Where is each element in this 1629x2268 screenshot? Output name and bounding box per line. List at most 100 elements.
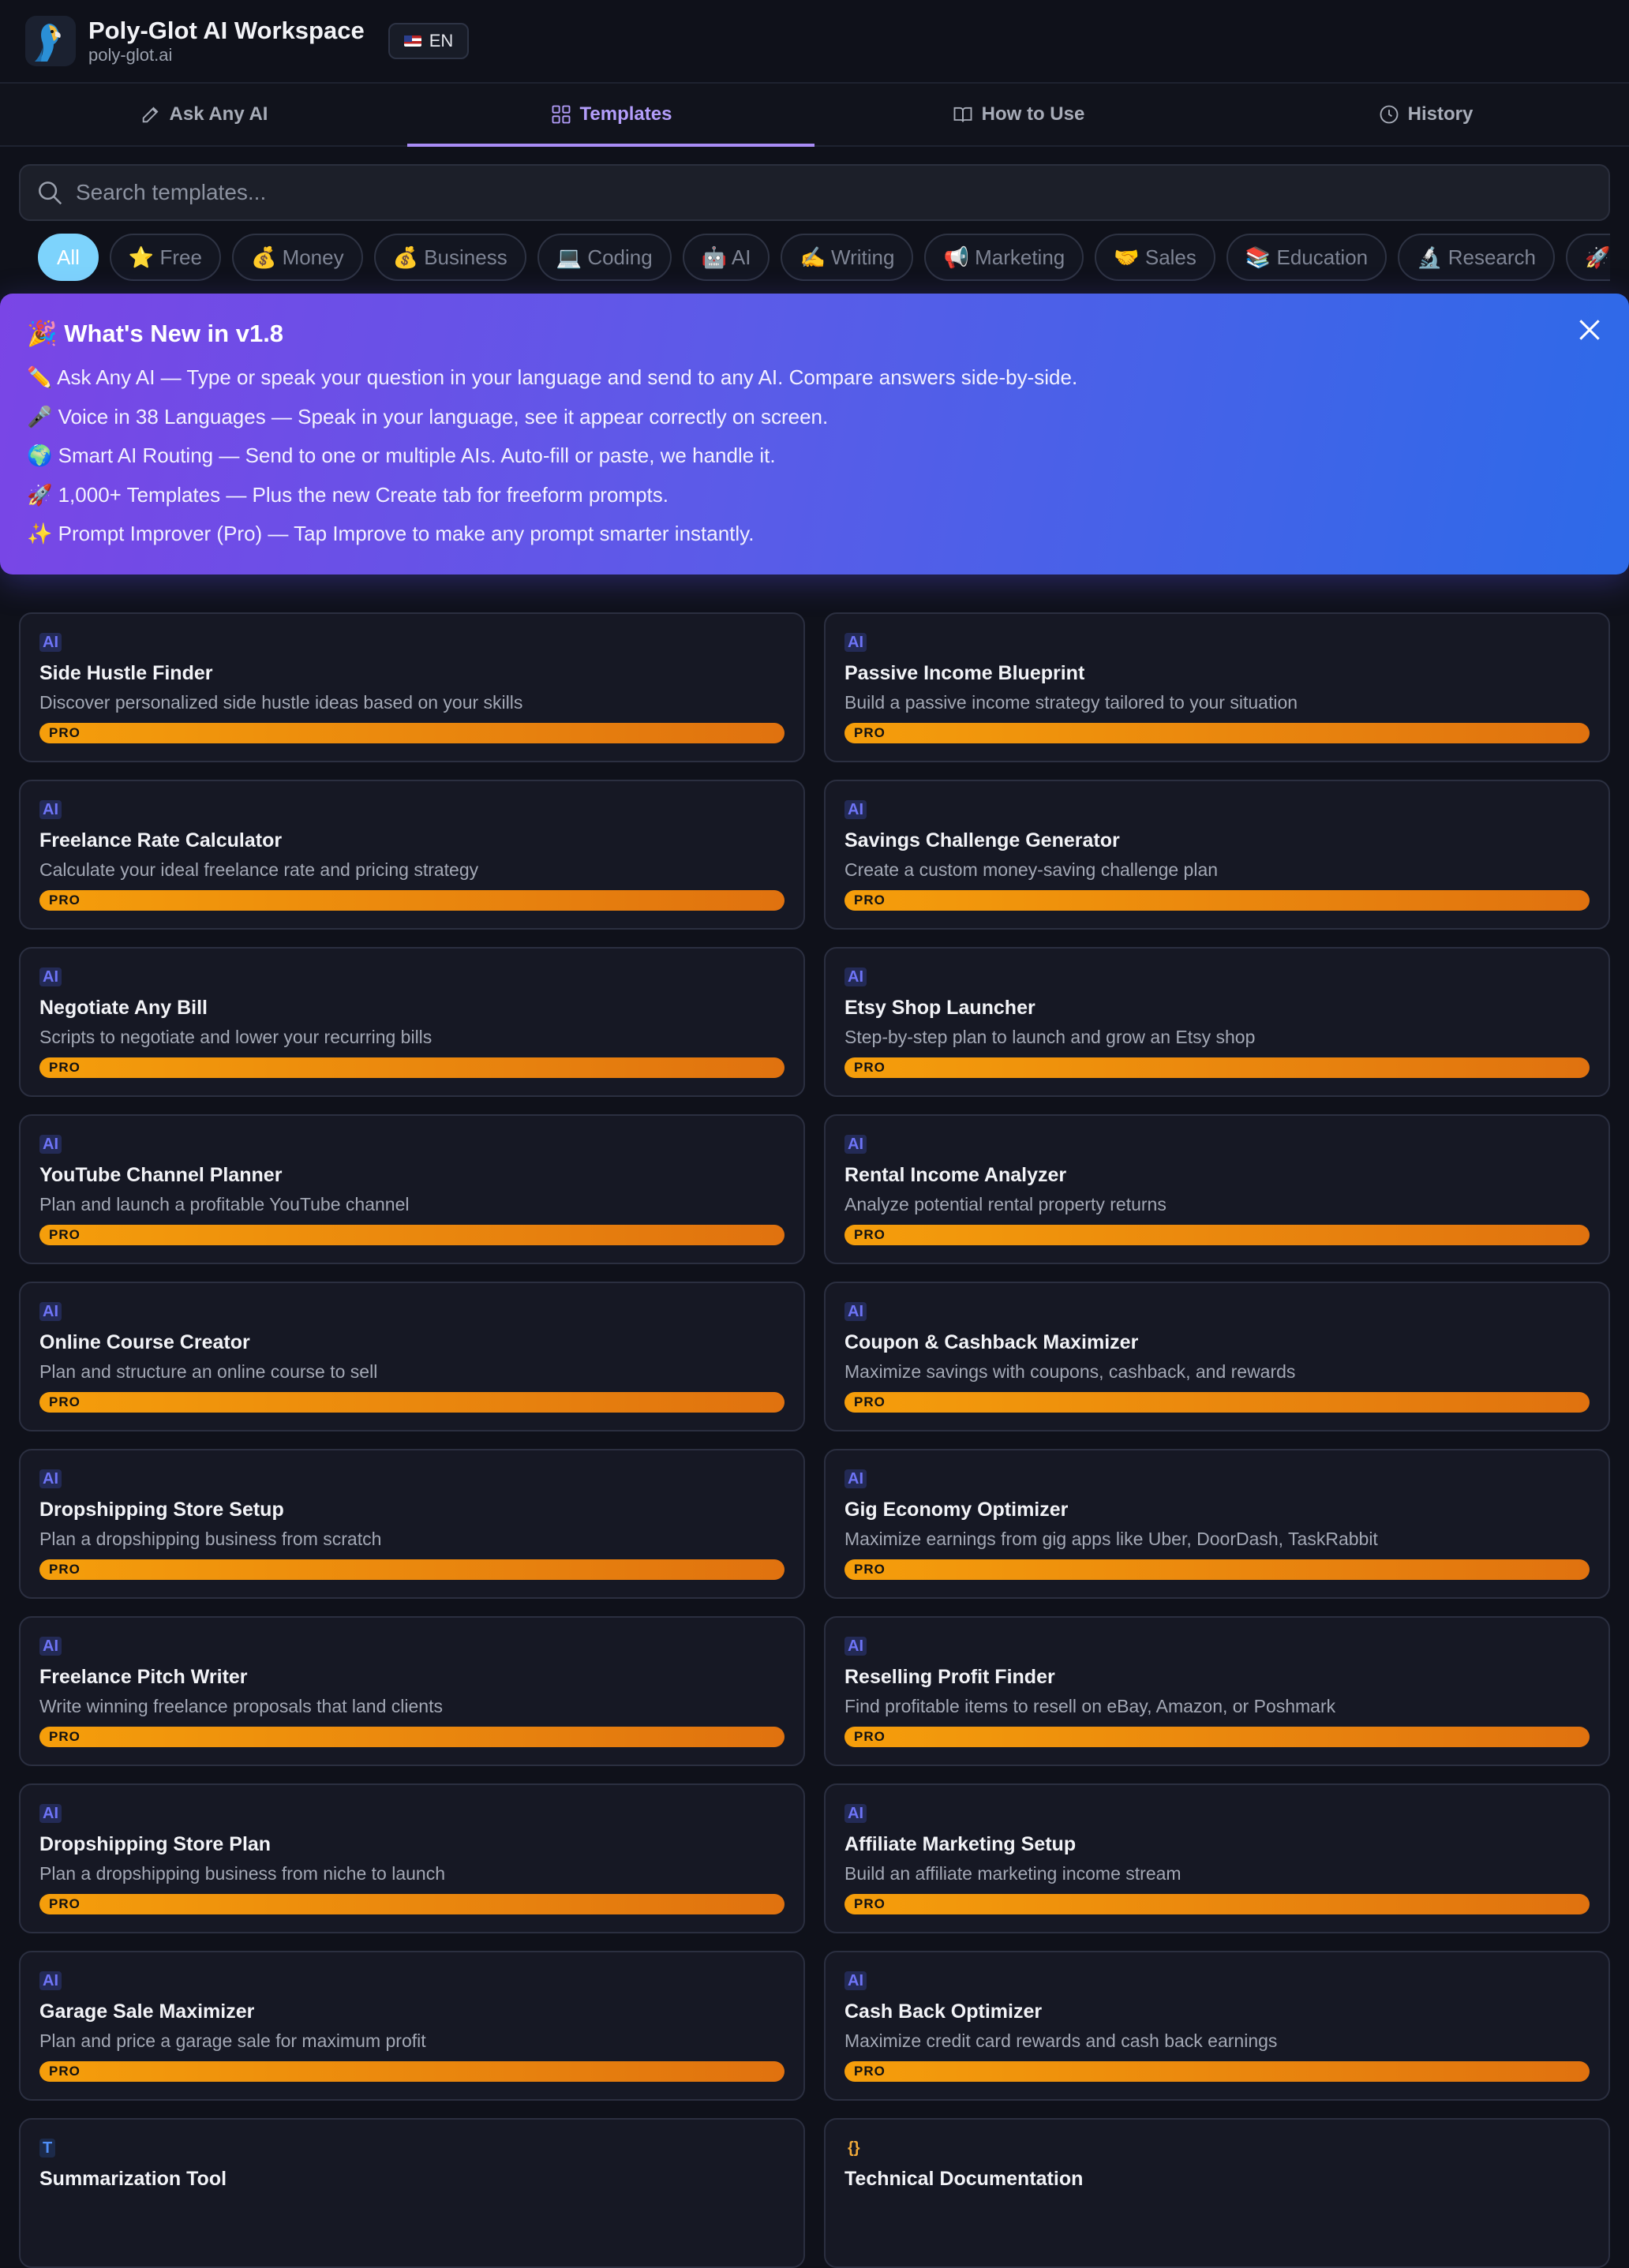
template-type-badge: AI (39, 1637, 62, 1656)
category-chip[interactable]: 📢 Marketing (924, 234, 1084, 281)
category-filter-bar: All ⭐ Free 💰 Money 💰 Business 💻 Coding 🤖 AI ✍️… (38, 234, 1610, 283)
template-card[interactable]: AI Online Course Creator Plan and structur… (19, 1282, 805, 1432)
template-title: Negotiate Any Bill (39, 997, 208, 1019)
pro-badge: PRO (844, 1392, 1590, 1413)
template-title: Online Course Creator (39, 1331, 250, 1353)
template-card[interactable]: AI YouTube Channel Planner Plan and launch… (19, 1114, 805, 1264)
tab-ask-any-ai[interactable]: Ask Any AI (0, 84, 407, 145)
template-description: Plan and launch a profitable YouTube cha… (39, 1194, 410, 1214)
template-description: Analyze potential rental property return… (844, 1194, 1167, 1214)
template-title: Reselling Profit Finder (844, 1666, 1055, 1688)
template-card[interactable]: AI Gig Economy Optimizer Maximize earnings… (824, 1449, 1610, 1599)
template-card[interactable]: AI Negotiate Any Bill Scripts to negotiate… (19, 947, 805, 1097)
parrot-logo (25, 16, 76, 66)
template-description: Build a passive income strategy tailored… (844, 692, 1298, 713)
template-card[interactable]: AI Freelance Rate Calculator Calculate you… (19, 780, 805, 930)
template-card[interactable]: AI Etsy Shop Launcher Step-by-step plan to… (824, 947, 1610, 1097)
us-flag-icon (403, 36, 421, 47)
template-card[interactable]: AI Passive Income Blueprint Build a passiv… (824, 612, 1610, 762)
whats-new-banner: 🎉 What's New in v1.8 ✏️ Ask Any AI — Typ… (0, 294, 1629, 574)
template-card[interactable]: AI Freelance Pitch Writer Write winning fr… (19, 1616, 805, 1766)
tab-history[interactable]: History (1222, 84, 1629, 145)
template-description: Discover personalized side hustle ideas … (39, 692, 523, 713)
template-title: YouTube Channel Planner (39, 1164, 283, 1186)
category-chip[interactable]: 🤖 AI (682, 234, 770, 281)
search-bar (19, 164, 1610, 221)
clock-icon (1380, 105, 1399, 124)
template-type-badge: AI (844, 967, 867, 986)
template-type-badge: AI (844, 1135, 867, 1154)
category-chip[interactable]: 🤝 Sales (1095, 234, 1215, 281)
template-title: Technical Documentation (844, 2168, 1084, 2190)
tab-how-to-use[interactable]: How to Use (814, 84, 1222, 145)
search-icon (39, 182, 62, 205)
tab-label: Templates (579, 103, 672, 125)
tab-templates[interactable]: Templates (407, 84, 814, 147)
template-description: Maximize earnings from gig apps like Ube… (844, 1529, 1378, 1549)
template-card[interactable]: AI Rental Income Analyzer Analyze potentia… (824, 1114, 1610, 1264)
pro-badge: PRO (39, 2061, 785, 2082)
template-type-badge: AI (844, 1302, 867, 1321)
category-chip[interactable]: 🚀 C (1566, 234, 1610, 281)
grid-icon (552, 105, 570, 124)
category-chip[interactable]: 💰 Money (231, 234, 363, 281)
category-chip[interactable]: 💰 Business (373, 234, 526, 281)
template-card[interactable]: AI Coupon & Cashback Maximizer Maximize sa… (824, 1282, 1610, 1432)
template-card[interactable]: {} Technical Documentation (824, 2118, 1610, 2268)
template-type-badge: AI (844, 1971, 867, 1990)
template-description: Plan and structure an online course to s… (39, 1361, 378, 1382)
template-card[interactable]: T Summarization Tool (19, 2118, 805, 2268)
search-input[interactable] (76, 180, 1575, 205)
app-domain: poly-glot.ai (88, 45, 173, 65)
template-type-badge: AI (39, 1135, 62, 1154)
banner-line: 🚀 1,000+ Templates — Plus the new Create… (27, 482, 668, 507)
pro-badge: PRO (844, 1894, 1590, 1914)
app-title: Poly-Glot AI Workspace (88, 17, 365, 44)
pro-badge: PRO (844, 1559, 1590, 1580)
template-card[interactable]: AI Garage Sale Maximizer Plan and price a … (19, 1951, 805, 2101)
template-title: Freelance Rate Calculator (39, 829, 283, 851)
template-title: Rental Income Analyzer (844, 1164, 1067, 1186)
language-selector-button[interactable]: EN (388, 23, 470, 59)
template-title: Passive Income Blueprint (844, 662, 1085, 684)
banner-line: ✏️ Ask Any AI — Type or speak your quest… (27, 365, 1078, 389)
app-header: Poly-Glot AI Workspace poly-glot.ai EN (0, 0, 1629, 84)
template-description: Scripts to negotiate and lower your recu… (39, 1027, 433, 1047)
category-chip[interactable]: 📚 Education (1226, 234, 1387, 281)
template-description: Maximize credit card rewards and cash ba… (844, 2030, 1278, 2051)
template-type-badge: AI (39, 1971, 62, 1990)
template-card[interactable]: AI Dropshipping Store Plan Plan a dropship… (19, 1783, 805, 1933)
banner-title: 🎉 What's New in v1.8 (27, 320, 284, 347)
template-type-badge: AI (39, 800, 62, 819)
pro-badge: PRO (844, 2061, 1590, 2082)
template-description: Calculate your ideal freelance rate and … (39, 859, 479, 880)
template-card[interactable]: AI Reselling Profit Finder Find profitable… (824, 1616, 1610, 1766)
category-chip[interactable]: ⭐ Free (109, 234, 221, 281)
template-type-badge: AI (39, 967, 62, 986)
pro-badge: PRO (39, 1057, 785, 1078)
template-card[interactable]: AI Savings Challenge Generator Create a cu… (824, 780, 1610, 930)
pro-badge: PRO (39, 1894, 785, 1914)
template-card[interactable]: AI Side Hustle Finder Discover personalize… (19, 612, 805, 762)
template-description: Plan and price a garage sale for maximum… (39, 2030, 426, 2051)
template-card[interactable]: AI Cash Back Optimizer Maximize credit car… (824, 1951, 1610, 2101)
template-type-badge: AI (39, 633, 62, 652)
category-chip[interactable]: 🔬 Research (1398, 234, 1556, 281)
template-type-badge: AI (844, 1804, 867, 1823)
template-type-badge: AI (39, 1469, 62, 1488)
template-description: Step-by-step plan to launch and grow an … (844, 1027, 1256, 1047)
category-chip[interactable]: ✍️ Writing (781, 234, 914, 281)
pro-badge: PRO (844, 1225, 1590, 1245)
template-title: Freelance Pitch Writer (39, 1666, 248, 1688)
close-icon[interactable] (1574, 314, 1605, 346)
template-title: Gig Economy Optimizer (844, 1499, 1069, 1521)
category-chip[interactable]: All (38, 234, 99, 281)
template-card[interactable]: AI Affiliate Marketing Setup Build an affi… (824, 1783, 1610, 1933)
template-card[interactable]: AI Dropshipping Store Setup Plan a dropshi… (19, 1449, 805, 1599)
pro-badge: PRO (39, 1392, 785, 1413)
template-title: Cash Back Optimizer (844, 2000, 1043, 2023)
pro-badge: PRO (844, 1727, 1590, 1747)
template-title: Savings Challenge Generator (844, 829, 1120, 851)
pro-badge: PRO (39, 1727, 785, 1747)
category-chip[interactable]: 💻 Coding (537, 234, 672, 281)
